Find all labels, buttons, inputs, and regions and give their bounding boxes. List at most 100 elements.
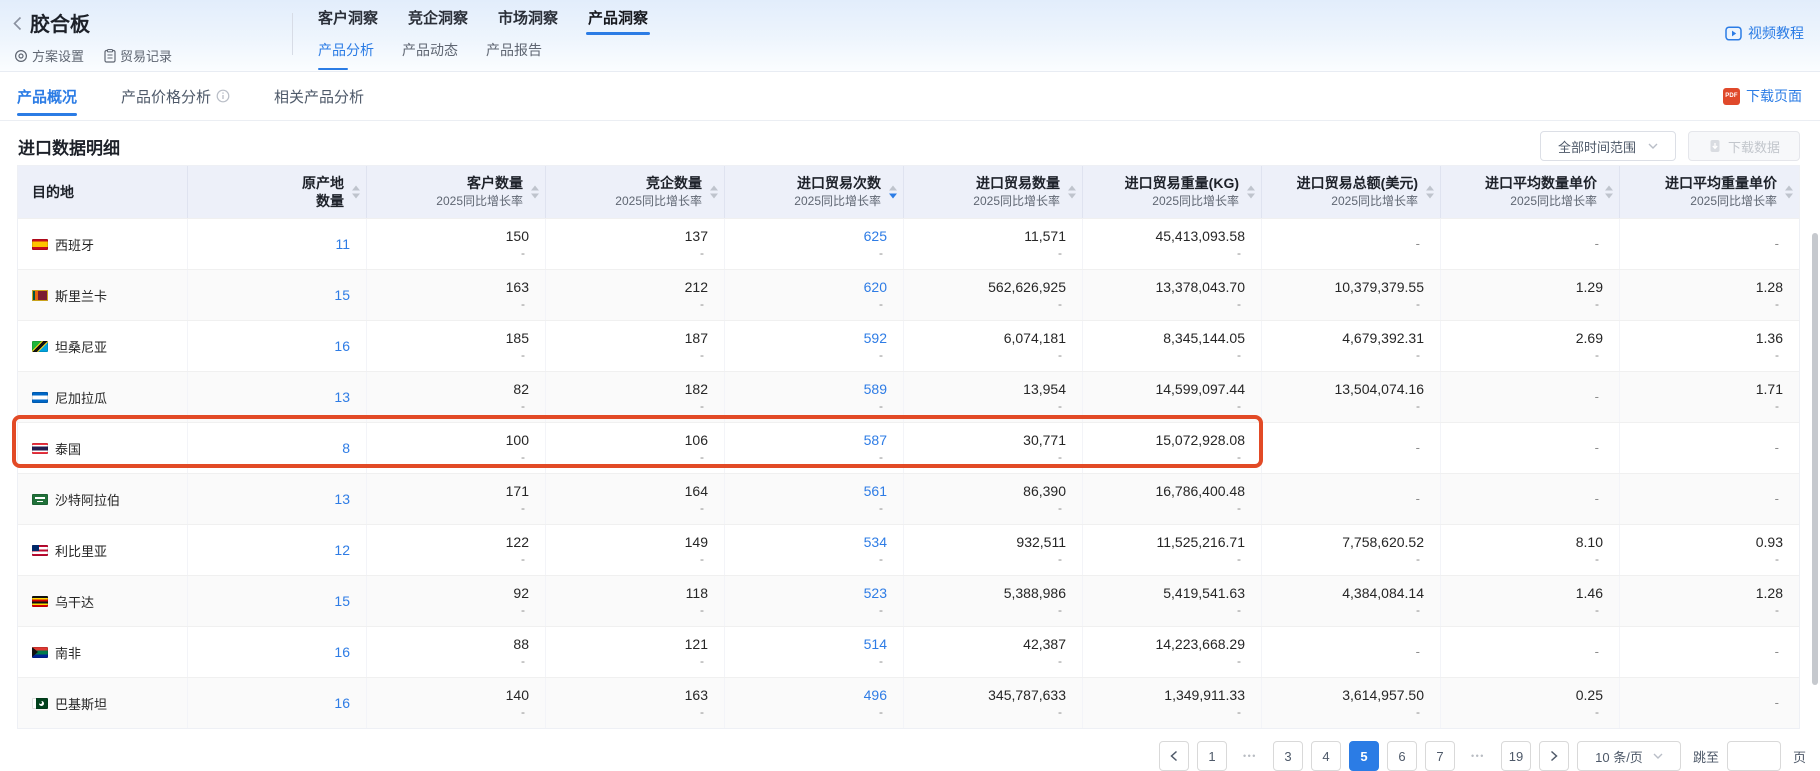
growth-rate: - (1416, 348, 1424, 363)
column-header[interactable]: 进口平均数量单价 2025同比增长率 (1441, 166, 1620, 218)
download-page-link[interactable]: PDF 下载页面 (1723, 72, 1802, 120)
page-number-button[interactable]: 7 (1425, 741, 1455, 771)
trade-records-label: 贸易记录 (120, 46, 172, 65)
origin-count-link[interactable]: 15 (334, 593, 350, 609)
sub-tab[interactable]: 产品动态 (402, 40, 458, 70)
metric-cell: 8.10 - (1441, 525, 1620, 575)
country-flag-icon (32, 596, 48, 607)
origin-count-link[interactable]: 15 (334, 287, 350, 303)
metric-value: 523 (864, 584, 887, 602)
growth-rate: - (879, 552, 887, 567)
column-header[interactable]: 进口贸易次数 2025同比增长率 (725, 166, 904, 218)
origin-count-link[interactable]: 16 (334, 644, 350, 660)
page-number-button[interactable]: 19 (1501, 741, 1531, 771)
sort-control[interactable] (1785, 186, 1793, 199)
sort-desc-icon[interactable] (1247, 194, 1255, 199)
origin-count-link[interactable]: 13 (334, 491, 350, 507)
sort-desc-icon[interactable] (531, 194, 539, 199)
origin-count-link[interactable]: 16 (334, 695, 350, 711)
column-header[interactable]: 原产地 数量 (188, 166, 367, 218)
metric-cell: 8,345,144.05 - (1083, 321, 1262, 371)
sort-desc-icon[interactable] (710, 194, 718, 199)
metric-value: 42,387 (1023, 635, 1066, 653)
sort-control[interactable] (1247, 186, 1255, 199)
origin-count-link[interactable]: 13 (334, 389, 350, 405)
origin-count-link[interactable]: 16 (334, 338, 350, 354)
sort-asc-icon[interactable] (889, 186, 897, 191)
column-header[interactable]: 进口平均重量单价 2025同比增长率 (1620, 166, 1799, 218)
main-tab[interactable]: 竞企洞察 (408, 7, 468, 35)
page-size-select[interactable]: 10 条/页 (1577, 741, 1681, 771)
back-button[interactable] (12, 13, 23, 32)
sort-asc-icon[interactable] (1785, 186, 1793, 191)
next-page-button[interactable] (1539, 741, 1569, 771)
country-label: 泰国 (55, 439, 81, 458)
page-ellipsis[interactable]: ••• (1235, 741, 1265, 771)
column-header[interactable]: 目的地 (18, 166, 188, 218)
sort-desc-icon[interactable] (1785, 194, 1793, 199)
origin-count-link[interactable]: 11 (335, 236, 350, 252)
page-number-button[interactable]: 4 (1311, 741, 1341, 771)
column-header[interactable]: 竞企数量 2025同比增长率 (546, 166, 725, 218)
page-number-button[interactable]: 6 (1387, 741, 1417, 771)
metric-cell: 1.46 - (1441, 576, 1620, 626)
sort-control[interactable] (1068, 186, 1076, 199)
pdf-icon: PDF (1723, 88, 1740, 105)
sort-control[interactable] (531, 186, 539, 199)
main-tab[interactable]: 客户洞察 (318, 7, 378, 35)
sort-desc-icon[interactable] (1426, 194, 1434, 199)
sort-desc-icon[interactable] (1605, 194, 1613, 199)
sort-asc-icon[interactable] (352, 186, 360, 191)
page-number-button[interactable]: 3 (1273, 741, 1303, 771)
trade-records-link[interactable]: 贸易记录 (104, 46, 172, 65)
sort-asc-icon[interactable] (1605, 186, 1613, 191)
growth-rate: - (1775, 603, 1783, 618)
sort-asc-icon[interactable] (1068, 186, 1076, 191)
sort-control[interactable] (352, 186, 360, 199)
sort-control[interactable] (710, 186, 718, 199)
sort-desc-icon[interactable] (1068, 194, 1076, 199)
sort-asc-icon[interactable] (1247, 186, 1255, 191)
column-subtitle: 2025同比增长率 (1690, 194, 1777, 209)
sort-desc-icon[interactable] (889, 194, 897, 199)
nav-tab[interactable]: 相关产品分析 (274, 72, 364, 120)
nav-tab[interactable]: 产品概况 (17, 72, 77, 120)
main-tab[interactable]: 市场洞察 (498, 7, 558, 35)
metric-value: 7,758,620.52 (1342, 533, 1424, 551)
origin-count-link[interactable]: 12 (334, 542, 350, 558)
sub-tab[interactable]: 产品分析 (318, 40, 374, 70)
column-header[interactable]: 进口贸易重量(KG) 2025同比增长率 (1083, 166, 1262, 218)
scheme-settings-link[interactable]: 方案设置 (14, 46, 84, 65)
growth-rate: - (521, 348, 529, 363)
page-number-button[interactable]: 5 (1349, 741, 1379, 771)
sub-tab[interactable]: 产品报告 (486, 40, 542, 70)
metric-value: 82 (513, 380, 529, 398)
sort-asc-icon[interactable] (1426, 186, 1434, 191)
page-number-button[interactable]: 1 (1197, 741, 1227, 771)
nav-tab[interactable]: 产品价格分析 (121, 72, 230, 120)
jump-page-input[interactable] (1727, 741, 1781, 771)
main-tab[interactable]: 产品洞察 (588, 7, 648, 35)
sort-control[interactable] (1605, 186, 1613, 199)
metric-cell: 13,378,043.70 - (1083, 270, 1262, 320)
video-tutorial-link[interactable]: 视频教程 (1725, 23, 1804, 43)
column-header[interactable]: 进口贸易总额(美元) 2025同比增长率 (1262, 166, 1441, 218)
growth-rate: - (700, 297, 708, 312)
time-range-select[interactable]: 全部时间范围 (1540, 131, 1676, 161)
origin-count-link[interactable]: 8 (342, 440, 350, 456)
metric-cell: 88 - (367, 627, 546, 677)
column-header[interactable]: 进口贸易数量 2025同比增长率 (904, 166, 1083, 218)
sort-desc-icon[interactable] (352, 194, 360, 199)
column-header[interactable]: 客户数量 2025同比增长率 (367, 166, 546, 218)
metric-cell: 15,072,928.08 - (1083, 423, 1262, 473)
metric-cell: 345,787,633 - (904, 678, 1083, 728)
sort-asc-icon[interactable] (710, 186, 718, 191)
sort-control[interactable] (889, 186, 897, 199)
download-data-button[interactable]: 下载数据 (1688, 131, 1800, 161)
vertical-scrollbar[interactable] (1812, 233, 1818, 685)
country-flag-icon (32, 698, 48, 709)
sort-asc-icon[interactable] (531, 186, 539, 191)
sort-control[interactable] (1426, 186, 1434, 199)
page-ellipsis[interactable]: ••• (1463, 741, 1493, 771)
prev-page-button[interactable] (1159, 741, 1189, 771)
